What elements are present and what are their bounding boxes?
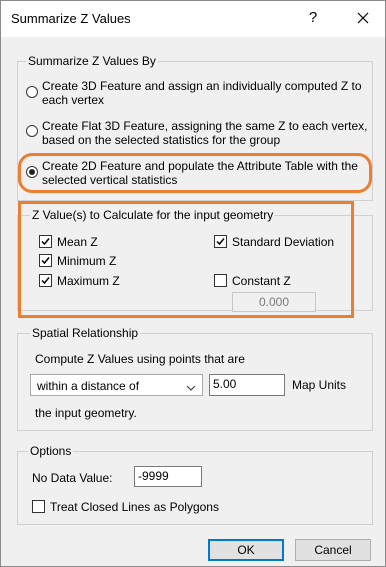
radio-button[interactable]	[26, 86, 38, 98]
relationship-select[interactable]: within a distance of	[30, 374, 203, 396]
radio-label: each vertex	[42, 93, 105, 107]
radio-button[interactable]	[26, 125, 38, 137]
highlight-2d-option	[18, 153, 372, 193]
summarize-z-values-dialog: Summarize Z Values ? Summarize Z Values …	[0, 0, 386, 567]
chevron-down-icon	[186, 381, 196, 395]
distance-input[interactable]: 5.00	[209, 374, 285, 396]
radio-label: Create 3D Feature and assign an individu…	[42, 79, 362, 93]
summarize-by-legend: Summarize Z Values By	[26, 54, 158, 68]
distance-units-label: Map Units	[292, 378, 347, 392]
title-bar: Summarize Z Values ?	[1, 1, 385, 37]
dialog-title: Summarize Z Values	[11, 11, 131, 26]
options-legend: Options	[28, 444, 74, 458]
help-button[interactable]: ?	[305, 9, 321, 26]
compute-z-label: Compute Z Values using points that are	[35, 352, 245, 366]
spatial-relationship-legend: Spatial Relationship	[30, 326, 141, 340]
close-icon	[357, 12, 369, 24]
cancel-button[interactable]: Cancel	[295, 539, 371, 561]
no-data-value-input[interactable]: -9999	[134, 466, 202, 487]
close-button[interactable]	[351, 7, 375, 29]
checkbox[interactable]	[32, 500, 45, 513]
radio-label: based on the selected statistics for the…	[42, 133, 281, 147]
input-geometry-label: the input geometry.	[35, 406, 137, 420]
highlight-z-values	[18, 201, 354, 318]
ok-button[interactable]: OK	[208, 539, 284, 561]
radio-label: Create Flat 3D Feature, assigning the sa…	[42, 119, 368, 133]
no-data-value-label: No Data Value:	[32, 471, 113, 485]
relationship-select-value: within a distance of	[37, 379, 140, 393]
checkbox-label: Treat Closed Lines as Polygons	[50, 500, 219, 514]
